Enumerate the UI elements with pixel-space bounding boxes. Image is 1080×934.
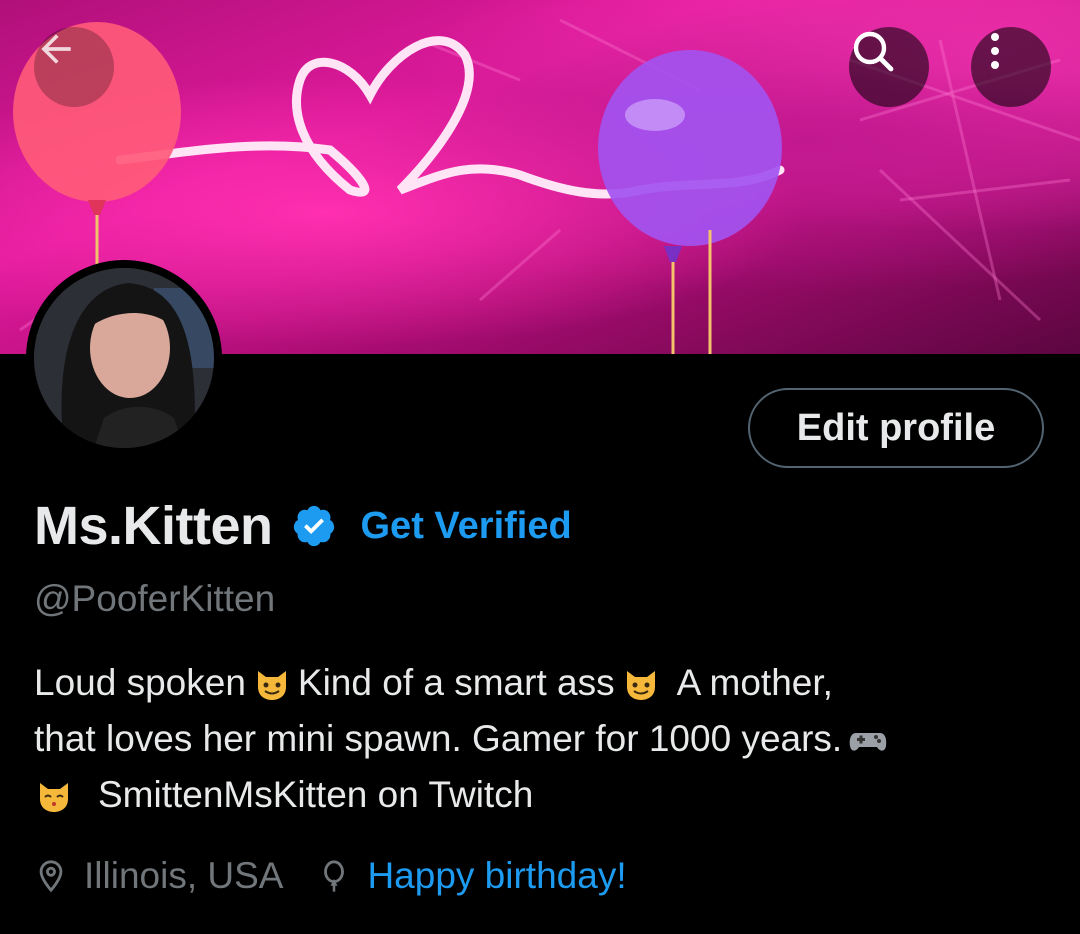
bio-text: A mother, <box>676 662 833 703</box>
profile-bio: Loud spoken Kind of a smart ass A mother… <box>34 655 1044 823</box>
balloon-icon <box>324 860 345 892</box>
more-options-button[interactable] <box>971 27 1051 107</box>
grinning-cat-emoji-icon <box>626 671 655 700</box>
bio-line-1: Loud spoken Kind of a smart ass A mother… <box>34 655 1044 711</box>
bio-text: that loves her mini spawn. Gamer for 100… <box>34 718 843 759</box>
display-name: Ms.Kitten <box>34 496 273 556</box>
avatar[interactable] <box>26 260 222 456</box>
avatar-photo <box>34 268 214 448</box>
edit-profile-button[interactable]: Edit profile <box>748 388 1044 468</box>
profile-location: Illinois, USA <box>84 855 284 896</box>
search-icon <box>853 31 894 72</box>
arrow-left-icon <box>41 34 71 64</box>
profile-photo-illustration <box>34 268 214 448</box>
get-verified-link[interactable]: Get Verified <box>361 505 572 548</box>
verified-badge-icon[interactable] <box>291 503 337 549</box>
bio-line-2: that loves her mini spawn. Gamer for 100… <box>34 711 1044 767</box>
search-button[interactable] <box>849 27 929 107</box>
profile-name-row: Ms.Kitten Get Verified <box>34 495 572 557</box>
profile-meta-row: Illinois, USA Happy birthday! <box>34 855 627 897</box>
back-button[interactable] <box>34 27 114 107</box>
bio-text: SmittenMsKitten on Twitch <box>98 774 534 815</box>
profile-handle: @PooferKitten <box>34 578 276 619</box>
bio-text: Loud spoken <box>34 662 246 703</box>
location-pin-icon <box>39 860 63 893</box>
bio-text: Kind of a smart ass <box>297 662 615 703</box>
grinning-cat-emoji-icon <box>257 671 286 700</box>
kissing-cat-emoji-icon <box>40 783 68 812</box>
game-controller-emoji-icon <box>849 733 887 751</box>
bio-line-3: SmittenMsKitten on Twitch <box>34 767 1044 823</box>
more-vertical-icon <box>991 33 999 69</box>
birthday-link[interactable]: Happy birthday! <box>367 855 626 897</box>
